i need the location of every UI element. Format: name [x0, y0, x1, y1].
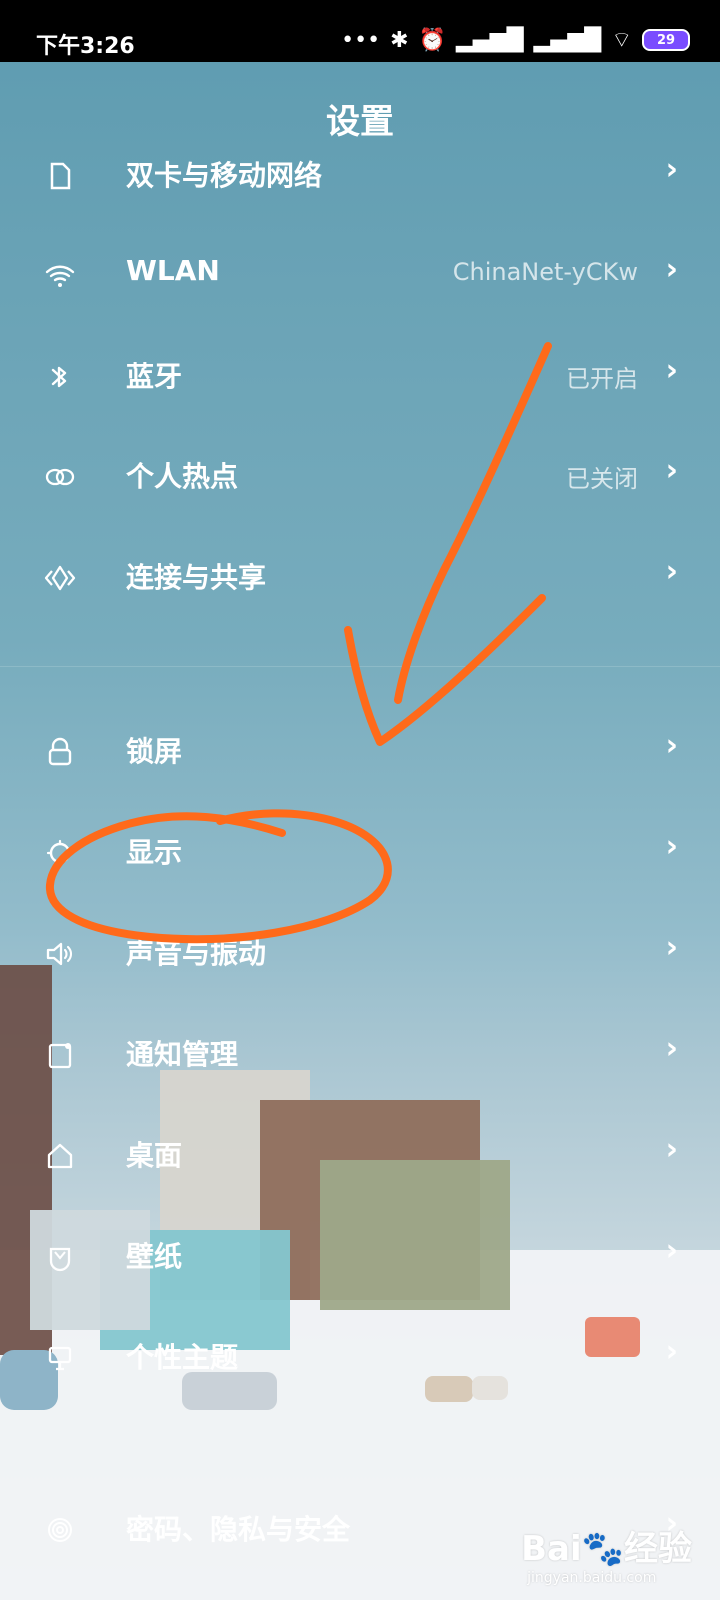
share-connection-icon [42, 560, 78, 596]
chevron-right-icon: › [665, 1132, 678, 1167]
home-icon [42, 1138, 78, 1174]
baidu-watermark: Bai🐾经验 jingyan.baidu.com [521, 1521, 692, 1586]
watermark-brand-suffix: 经验 [624, 1529, 692, 1569]
settings-item-label: 蓝牙 [126, 360, 183, 393]
settings-item-connection-sharing[interactable]: 连接与共享 › [0, 544, 720, 630]
settings-item-label: 密码、隐私与安全 [126, 1513, 351, 1546]
chevron-right-icon: › [665, 353, 678, 388]
wallpaper-icon [42, 1239, 78, 1275]
chevron-right-icon: › [665, 554, 678, 589]
settings-item-wlan[interactable]: WLAN ChinaNet-yCKw › [0, 242, 720, 328]
display-icon [42, 835, 78, 871]
settings-item-label: 显示 [126, 836, 183, 869]
lock-icon [42, 734, 78, 770]
settings-item-lock-screen[interactable]: 锁屏 › [0, 718, 720, 804]
settings-screen: 下午3:26 ••• ✱ ⏰ ▂▄▆█ ▂▄▆█ ⌔ 29 设置 双卡与移动网络… [0, 0, 720, 1600]
settings-item-label: 通知管理 [126, 1038, 239, 1071]
fingerprint-icon [42, 1512, 78, 1548]
settings-item-personal-theme[interactable]: 个性主题 › [0, 1324, 720, 1410]
paw-icon: 🐾 [581, 1529, 624, 1569]
settings-item-display[interactable]: 显示 › [0, 819, 720, 905]
bluetooth-icon [42, 359, 78, 395]
chevron-right-icon: › [665, 1334, 678, 1369]
settings-item-label: 个人热点 [126, 460, 239, 493]
settings-item-label: 声音与振动 [126, 937, 267, 970]
status-icons: ••• ✱ ⏰ ▂▄▆█ ▂▄▆█ ⌔ 29 [341, 26, 690, 54]
settings-item-label: 桌面 [126, 1139, 183, 1172]
speaker-icon [42, 936, 78, 972]
more-dots-icon: ••• [341, 27, 381, 53]
watermark-brand: Bai [521, 1529, 582, 1569]
settings-item-label: 壁纸 [126, 1240, 183, 1273]
settings-item-dual-sim[interactable]: 双卡与移动网络 › [0, 142, 720, 228]
settings-item-label: 个性主题 [126, 1341, 239, 1374]
chevron-right-icon: › [665, 1031, 678, 1066]
chevron-right-icon: › [665, 728, 678, 763]
settings-item-notifications[interactable]: 通知管理 › [0, 1021, 720, 1107]
chevron-right-icon: › [665, 453, 678, 488]
chevron-right-icon: › [665, 152, 678, 187]
page-title: 设置 [326, 102, 394, 142]
settings-item-label: WLAN [126, 254, 220, 287]
signal-2-icon: ▂▄▆█ [533, 27, 602, 53]
chevron-right-icon: › [665, 1233, 678, 1268]
battery-level: 29 [656, 32, 676, 48]
settings-item-label: 双卡与移动网络 [126, 159, 323, 192]
wifi-icon [42, 258, 78, 294]
wifi-status-icon: ⌔ [611, 28, 632, 53]
status-bar: 下午3:26 ••• ✱ ⏰ ▂▄▆█ ▂▄▆█ ⌔ 29 [0, 0, 720, 62]
settings-item-sound-vibration[interactable]: 声音与振动 › [0, 920, 720, 1006]
settings-item-label: 锁屏 [126, 735, 183, 768]
signal-1-icon: ▂▄▆█ [455, 27, 524, 53]
theme-icon [42, 1340, 78, 1376]
settings-item-bluetooth[interactable]: 蓝牙 已开启 › [0, 343, 720, 429]
sim-card-icon [42, 158, 78, 194]
settings-item-desktop[interactable]: 桌面 › [0, 1122, 720, 1208]
alarm-icon: ⏰ [418, 27, 446, 53]
notification-icon [42, 1037, 78, 1073]
status-time: 下午3:26 [36, 34, 135, 59]
chevron-right-icon: › [665, 930, 678, 965]
watermark-url: jingyan.baidu.com [527, 1570, 657, 1586]
battery-icon: 29 [642, 29, 690, 51]
chevron-right-icon: › [665, 829, 678, 864]
chevron-right-icon: › [665, 252, 678, 287]
hotspot-icon [42, 459, 78, 495]
settings-item-label: 连接与共享 [126, 561, 267, 594]
settings-item-value: ChinaNet-yCKw [452, 258, 638, 286]
settings-item-wallpaper[interactable]: 壁纸 › [0, 1223, 720, 1309]
section-divider [0, 666, 720, 667]
settings-item-value: 已开启 [566, 365, 638, 393]
bluetooth-status-icon: ✱ [390, 27, 409, 53]
settings-item-value: 已关闭 [566, 465, 638, 493]
settings-item-hotspot[interactable]: 个人热点 已关闭 › [0, 443, 720, 529]
